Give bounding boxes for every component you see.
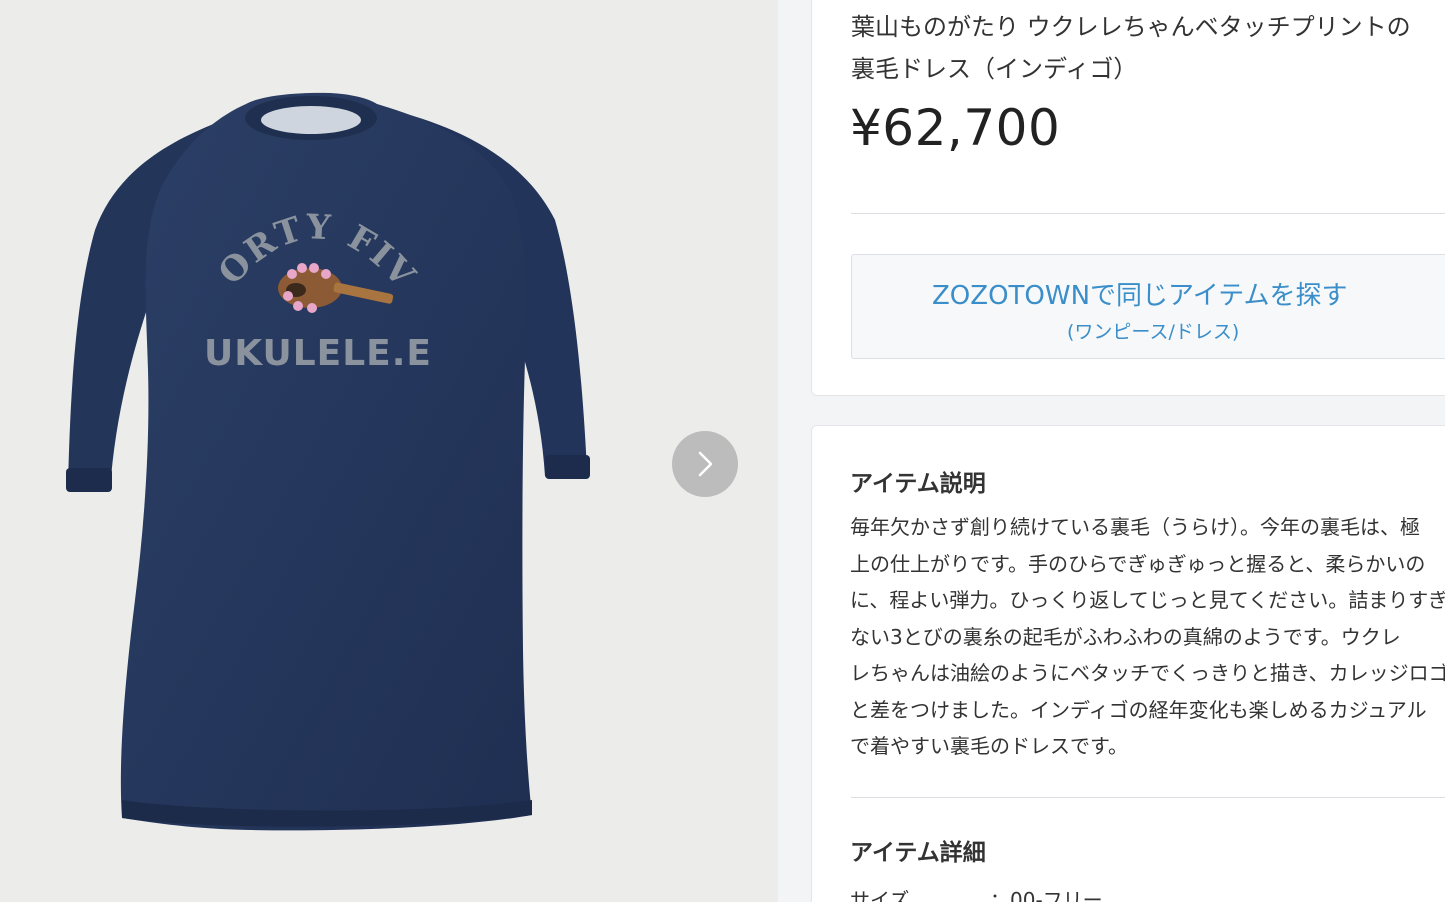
product-page: FORTY FIVE UKULELE.E [0,0,1445,902]
print-bottom-text: UKULELE.E [204,333,432,374]
product-image-gallery[interactable]: FORTY FIVE UKULELE.E [0,0,778,902]
item-description-card: アイテム説明 毎年欠かさず創り続けている裏毛（うらけ）。今年の裏毛は、極 上の仕… [811,425,1445,902]
description-line: ない3とびの裏糸の起毛がふわふわの真綿のようです。ウクレ [850,624,1401,649]
item-description-heading: アイテム説明 [850,471,986,497]
divider [851,213,1445,214]
description-line: で着やすい裏毛のドレスです。 [850,734,1128,758]
detail-label: サイズ [850,888,910,902]
product-title-line: 葉山ものがたり ウクレレちゃんベタッチプリントの [851,13,1411,41]
product-title: 葉山ものがたり ウクレレちゃんベタッチプリントの 裏毛ドレス（インディゴ） [851,6,1445,90]
product-image: FORTY FIVE UKULELE.E [0,0,590,831]
description-line: レちゃんは油絵のようにベタッチでくっきりと描き、カレッジロゴ [850,661,1445,685]
description-line: 毎年欠かさず創り続けている裏毛（うらけ）。今年の裏毛は、極 [850,515,1420,539]
zozotown-button-label: ZOZOTOWNで同じアイテムを探す [932,281,1348,311]
chevron-right-icon [698,451,713,477]
next-image-button[interactable] [672,431,738,497]
zozotown-button-sublabel: (ワンピース/ドレス) [1067,321,1240,343]
product-title-line: 裏毛ドレス（インディゴ） [851,55,1138,83]
zozotown-search-button[interactable]: ZOZOTOWNで同じアイテムを探す (ワンピース/ドレス) [851,254,1445,359]
item-description-text: 毎年欠かさず創り続けている裏毛（うらけ）。今年の裏毛は、極 上の仕上がりです。手… [850,509,1445,765]
item-details-heading: アイテム詳細 [850,840,986,866]
description-line: 上の仕上がりです。手のひらでぎゅぎゅっと握ると、柔らかいの [850,551,1426,576]
description-line: に、程よい弾力。ひっくり返してじっと見てください。詰まりすぎ [850,588,1445,612]
description-line: と差をつけました。インディゴの経年変化も楽しめるカジュアル [850,697,1427,722]
detail-value: ：00-フリー [990,888,1103,902]
product-summary-card: 葉山ものがたり ウクレレちゃんベタッチプリントの 裏毛ドレス（インディゴ） ¥6… [811,0,1445,396]
detail-row-size: サイズ ：00-フリー [850,884,1103,902]
product-price: ¥62,700 [850,99,1061,157]
divider [851,797,1445,798]
